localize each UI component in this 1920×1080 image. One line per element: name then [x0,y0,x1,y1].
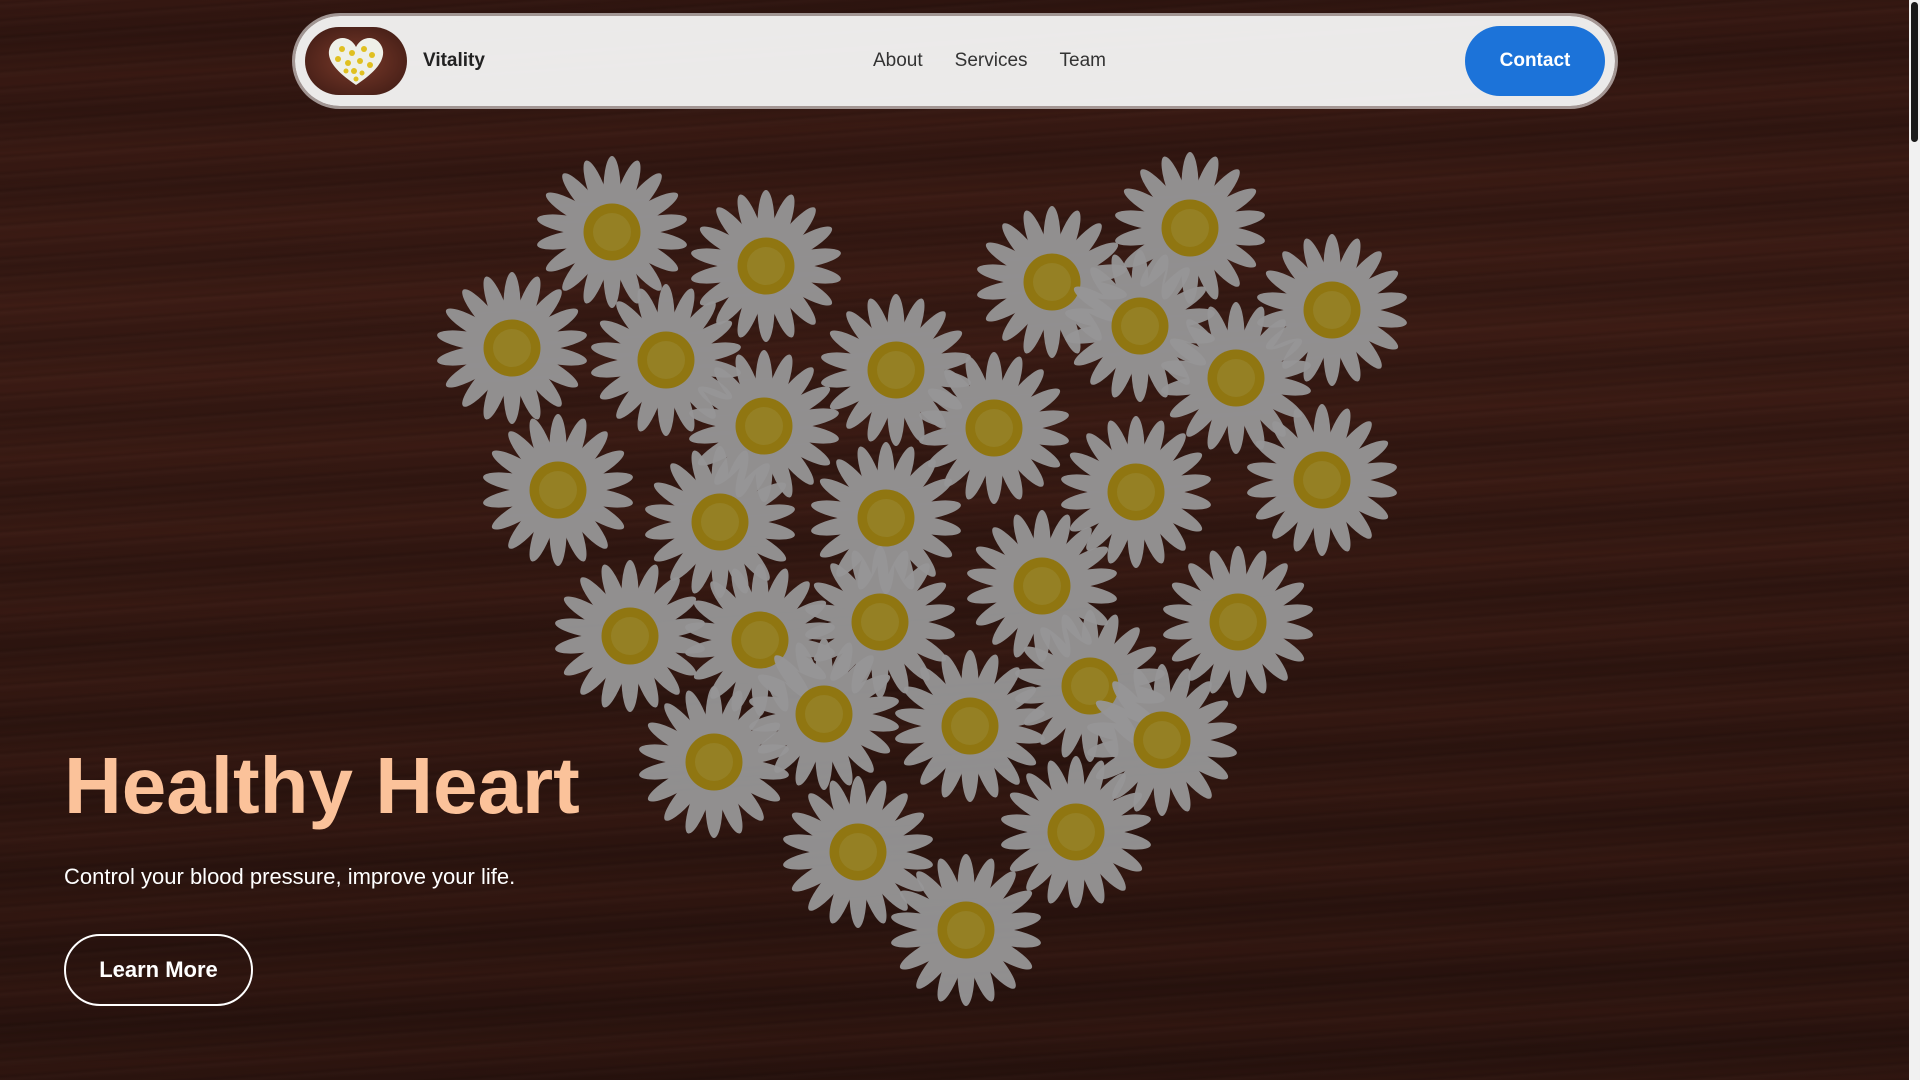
brand-name[interactable]: Vitality [423,50,485,72]
hero-title: Healthy Heart [64,741,580,830]
nav-link-about[interactable]: About [873,50,923,72]
daisy-heart-logo-icon [328,38,384,85]
hero-subtitle: Control your blood pressure, improve you… [64,864,516,889]
nav-links: About Services Team [873,16,1106,106]
learn-more-button[interactable]: Learn More [64,934,253,1006]
logo[interactable] [305,27,407,95]
scrollbar-thumb[interactable] [1911,2,1918,142]
nav-link-team[interactable]: Team [1060,50,1106,72]
page-scrollbar[interactable] [1909,0,1920,1080]
navbar: Vitality About Services Team Contact [295,16,1615,106]
contact-button[interactable]: Contact [1465,26,1605,96]
hero-dark-overlay [0,0,1909,1080]
hero-section [0,0,1909,1080]
nav-link-services[interactable]: Services [955,50,1028,72]
